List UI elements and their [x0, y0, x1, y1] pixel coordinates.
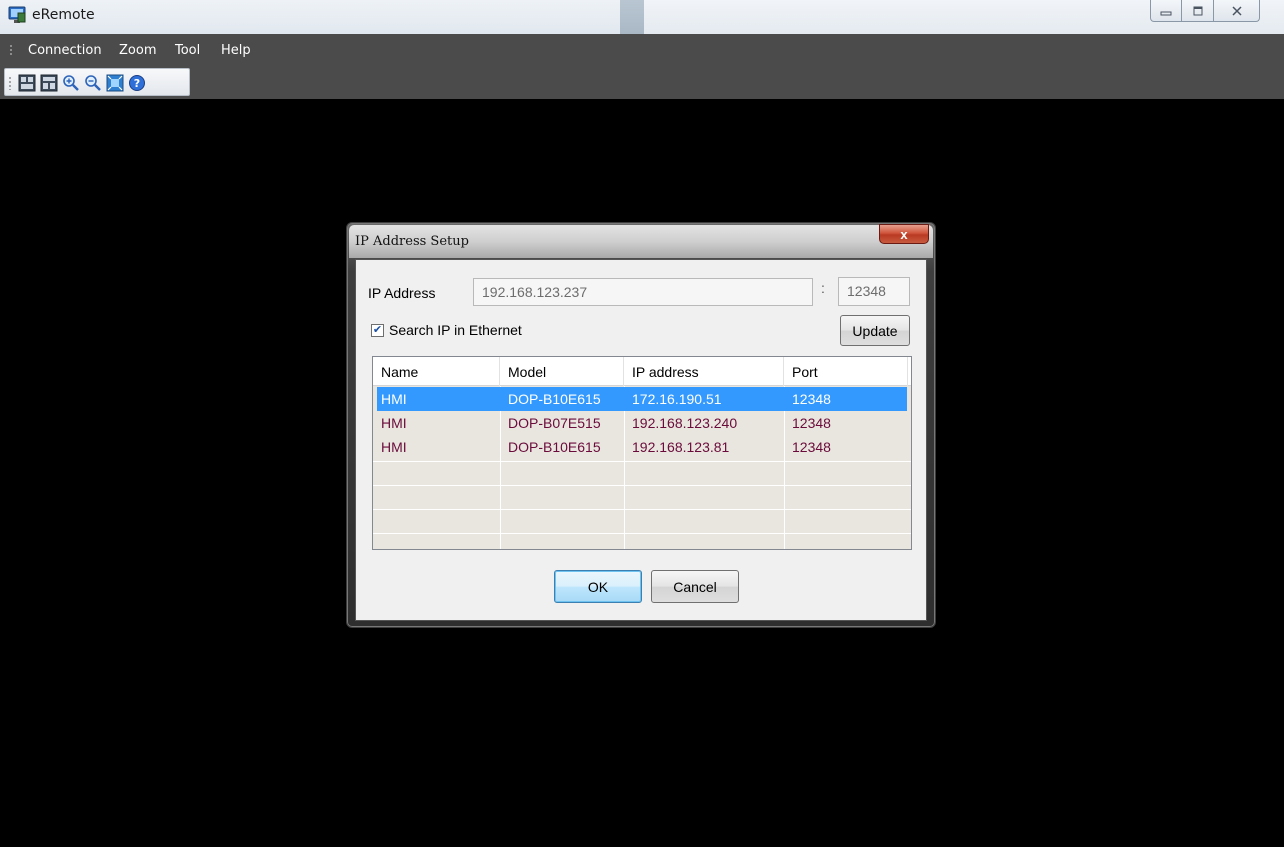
- toolbar: ?: [4, 68, 190, 96]
- close-icon: x: [900, 226, 908, 242]
- search-ip-label[interactable]: Search IP in Ethernet: [389, 322, 522, 338]
- fit-screen-button[interactable]: [105, 73, 125, 93]
- column-header-port[interactable]: Port: [784, 357, 908, 386]
- caption-buttons: [1150, 0, 1260, 22]
- cell-name: HMI: [381, 415, 407, 431]
- zoom-out-icon: [85, 75, 101, 91]
- table-header: Name Model IP address Port: [373, 357, 911, 386]
- help-button[interactable]: ?: [127, 73, 147, 93]
- zoom-in-button[interactable]: [61, 73, 81, 93]
- cell-port: 12348: [792, 439, 831, 455]
- row-divider: [373, 533, 911, 534]
- column-header-name[interactable]: Name: [373, 357, 500, 386]
- row-divider: [373, 461, 911, 462]
- column-header-ip[interactable]: IP address: [624, 357, 784, 386]
- svg-text:?: ?: [134, 77, 140, 90]
- ip-address-setup-dialog: IP Address Setup x IP Address 192.168.12…: [346, 222, 936, 628]
- help-icon: ?: [129, 75, 145, 91]
- cell-name: HMI: [381, 439, 407, 455]
- ip-address-label: IP Address: [368, 285, 436, 301]
- cell-ip: 172.16.190.51: [632, 391, 722, 407]
- search-ip-checkbox[interactable]: ✔: [371, 324, 384, 337]
- title-bar-background: [620, 0, 644, 34]
- dialog-close-button[interactable]: x: [879, 224, 929, 244]
- cell-name: HMI: [381, 391, 407, 407]
- minimize-icon: [1160, 11, 1172, 15]
- toolbar-grip[interactable]: [9, 76, 11, 90]
- column-header-model[interactable]: Model: [500, 357, 624, 386]
- table-row[interactable]: HMI DOP-B07E515 192.168.123.240 12348: [373, 411, 911, 435]
- dialog-body: IP Address 192.168.123.237 : 12348 ✔ Sea…: [355, 259, 927, 621]
- cell-ip: 192.168.123.81: [632, 439, 730, 455]
- menu-help[interactable]: Help: [221, 43, 251, 58]
- eremote-app-icon: [8, 6, 26, 24]
- fit-screen-icon: [106, 74, 124, 92]
- cell-model: DOP-B07E515: [508, 415, 601, 431]
- maximize-button[interactable]: [1182, 0, 1214, 22]
- menu-tool[interactable]: Tool: [175, 43, 200, 58]
- row-divider: [373, 509, 911, 510]
- port-field[interactable]: 12348: [838, 277, 910, 306]
- menubar-grip[interactable]: [10, 44, 12, 57]
- minimize-button[interactable]: [1150, 0, 1182, 22]
- update-button[interactable]: Update: [840, 315, 910, 346]
- toolbar-row: ?: [0, 66, 1284, 99]
- cell-model: DOP-B10E615: [508, 439, 601, 455]
- window-layout-icon: [18, 74, 36, 92]
- menu-zoom[interactable]: Zoom: [119, 43, 156, 58]
- port-separator: :: [821, 280, 825, 296]
- title-bar[interactable]: eRemote: [0, 0, 1284, 34]
- close-icon: [1231, 5, 1242, 16]
- row-divider: [373, 485, 911, 486]
- menu-bar: Connection Zoom Tool Help: [0, 34, 1284, 66]
- checkmark-icon: ✔: [372, 324, 383, 336]
- cancel-button[interactable]: Cancel: [651, 570, 739, 603]
- cell-port: 12348: [792, 391, 831, 407]
- table-row[interactable]: HMI DOP-B10E615 172.16.190.51 12348: [373, 387, 911, 411]
- cell-port: 12348: [792, 415, 831, 431]
- device-list-table: Name Model IP address Port HMI DOP-B10E6…: [372, 356, 912, 550]
- menu-connection[interactable]: Connection: [28, 43, 102, 58]
- zoom-out-button[interactable]: [83, 73, 103, 93]
- eremote-window: eRemote Connection Zoom Tool Help ? IP A…: [0, 0, 1284, 847]
- ok-button[interactable]: OK: [554, 570, 642, 603]
- table-row[interactable]: HMI DOP-B10E615 192.168.123.81 12348: [373, 435, 911, 459]
- window-layout-alt-icon: [40, 74, 58, 92]
- window-layout-alt-button[interactable]: [39, 73, 59, 93]
- cell-ip: 192.168.123.240: [632, 415, 738, 431]
- close-window-button[interactable]: [1214, 0, 1260, 22]
- cell-model: DOP-B10E615: [508, 391, 601, 407]
- dialog-title: IP Address Setup: [355, 234, 469, 249]
- window-title: eRemote: [32, 7, 95, 23]
- restore-icon: [1193, 6, 1202, 15]
- zoom-in-icon: [63, 75, 79, 91]
- ip-address-field[interactable]: 192.168.123.237: [473, 278, 813, 306]
- window-layout-button[interactable]: [17, 73, 37, 93]
